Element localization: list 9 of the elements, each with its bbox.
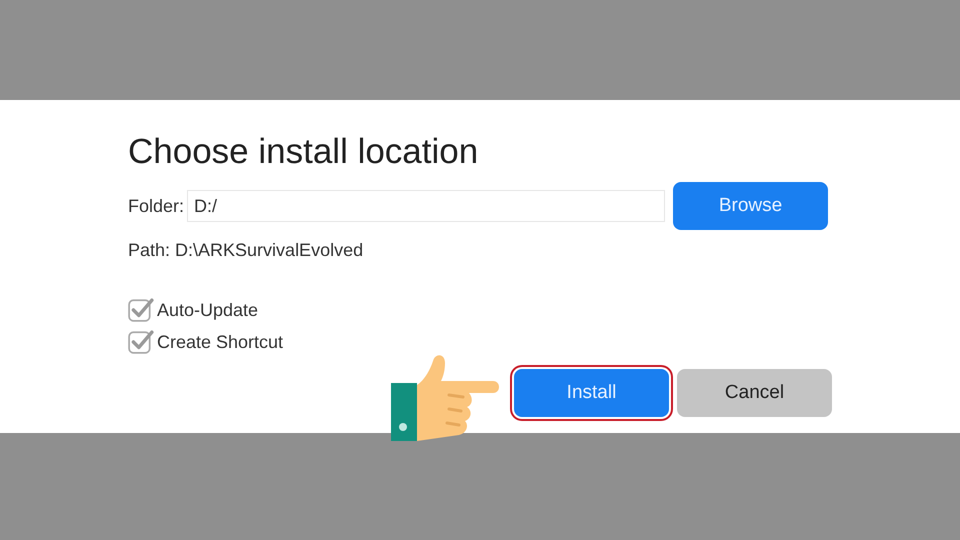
dialog-button[interactable]: Cancel [677,369,832,417]
path-text: Path: D:\ARKSurvivalEvolved [128,240,364,261]
checkbox-label: Create Shortcut [157,332,284,352]
dialog-title: Choose install location [128,131,480,173]
checkbox[interactable] [128,297,154,323]
folder-field[interactable]: D:/ [187,190,666,222]
checkbox[interactable] [128,329,154,355]
folder-label: Folder: [128,196,184,216]
checkbox-label: Auto-Update [157,300,258,320]
